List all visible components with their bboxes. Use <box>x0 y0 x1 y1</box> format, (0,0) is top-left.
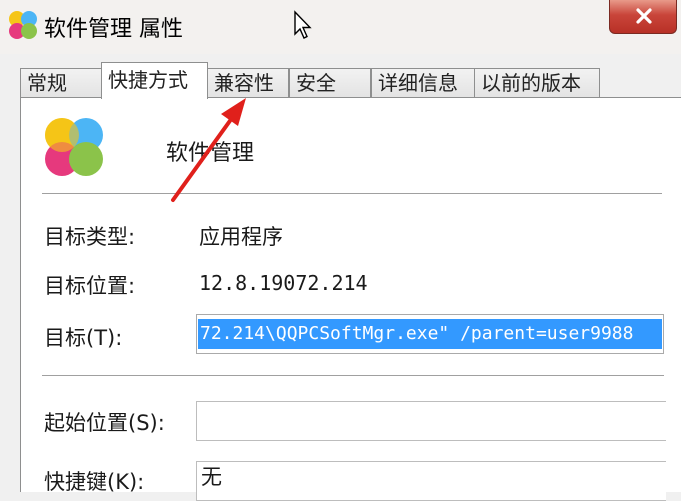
tab-shortcut[interactable]: 快捷方式 <box>101 62 208 99</box>
tab-compatibility[interactable]: 兼容性 <box>207 68 289 98</box>
divider <box>42 193 662 194</box>
tab-previous-versions[interactable]: 以前的版本 <box>474 68 600 98</box>
tab-general[interactable]: 常规 <box>20 68 102 98</box>
target-type-label: 目标类型: <box>44 225 136 249</box>
tab-security[interactable]: 安全 <box>289 68 371 98</box>
target-location-label: 目标位置: <box>44 274 136 298</box>
divider <box>42 375 664 376</box>
close-icon <box>636 8 652 24</box>
target-input-selected-text: 72.214\QQPCSoftMgr.exe" /parent=user9988 <box>198 319 662 349</box>
mouse-cursor-icon <box>294 10 312 39</box>
hotkey-input[interactable]: 无 <box>196 461 666 501</box>
target-type-value: 应用程序 <box>199 225 283 249</box>
app-name: 软件管理 <box>166 141 255 166</box>
title-bar: 软件管理 属性 <box>0 0 681 54</box>
start-in-input[interactable] <box>196 401 666 441</box>
target-input[interactable]: 72.214\QQPCSoftMgr.exe" /parent=user9988 <box>196 314 664 354</box>
tab-details[interactable]: 详细信息 <box>371 68 475 98</box>
target-label: 目标(T): <box>44 326 123 350</box>
close-button[interactable] <box>609 0 677 34</box>
window-title: 软件管理 属性 <box>44 17 183 42</box>
four-petal-flower-icon <box>9 11 37 39</box>
target-location-value: 12.8.19072.214 <box>199 271 368 295</box>
app-flower-icon <box>45 118 103 176</box>
start-in-label: 起始位置(S): <box>44 411 165 435</box>
